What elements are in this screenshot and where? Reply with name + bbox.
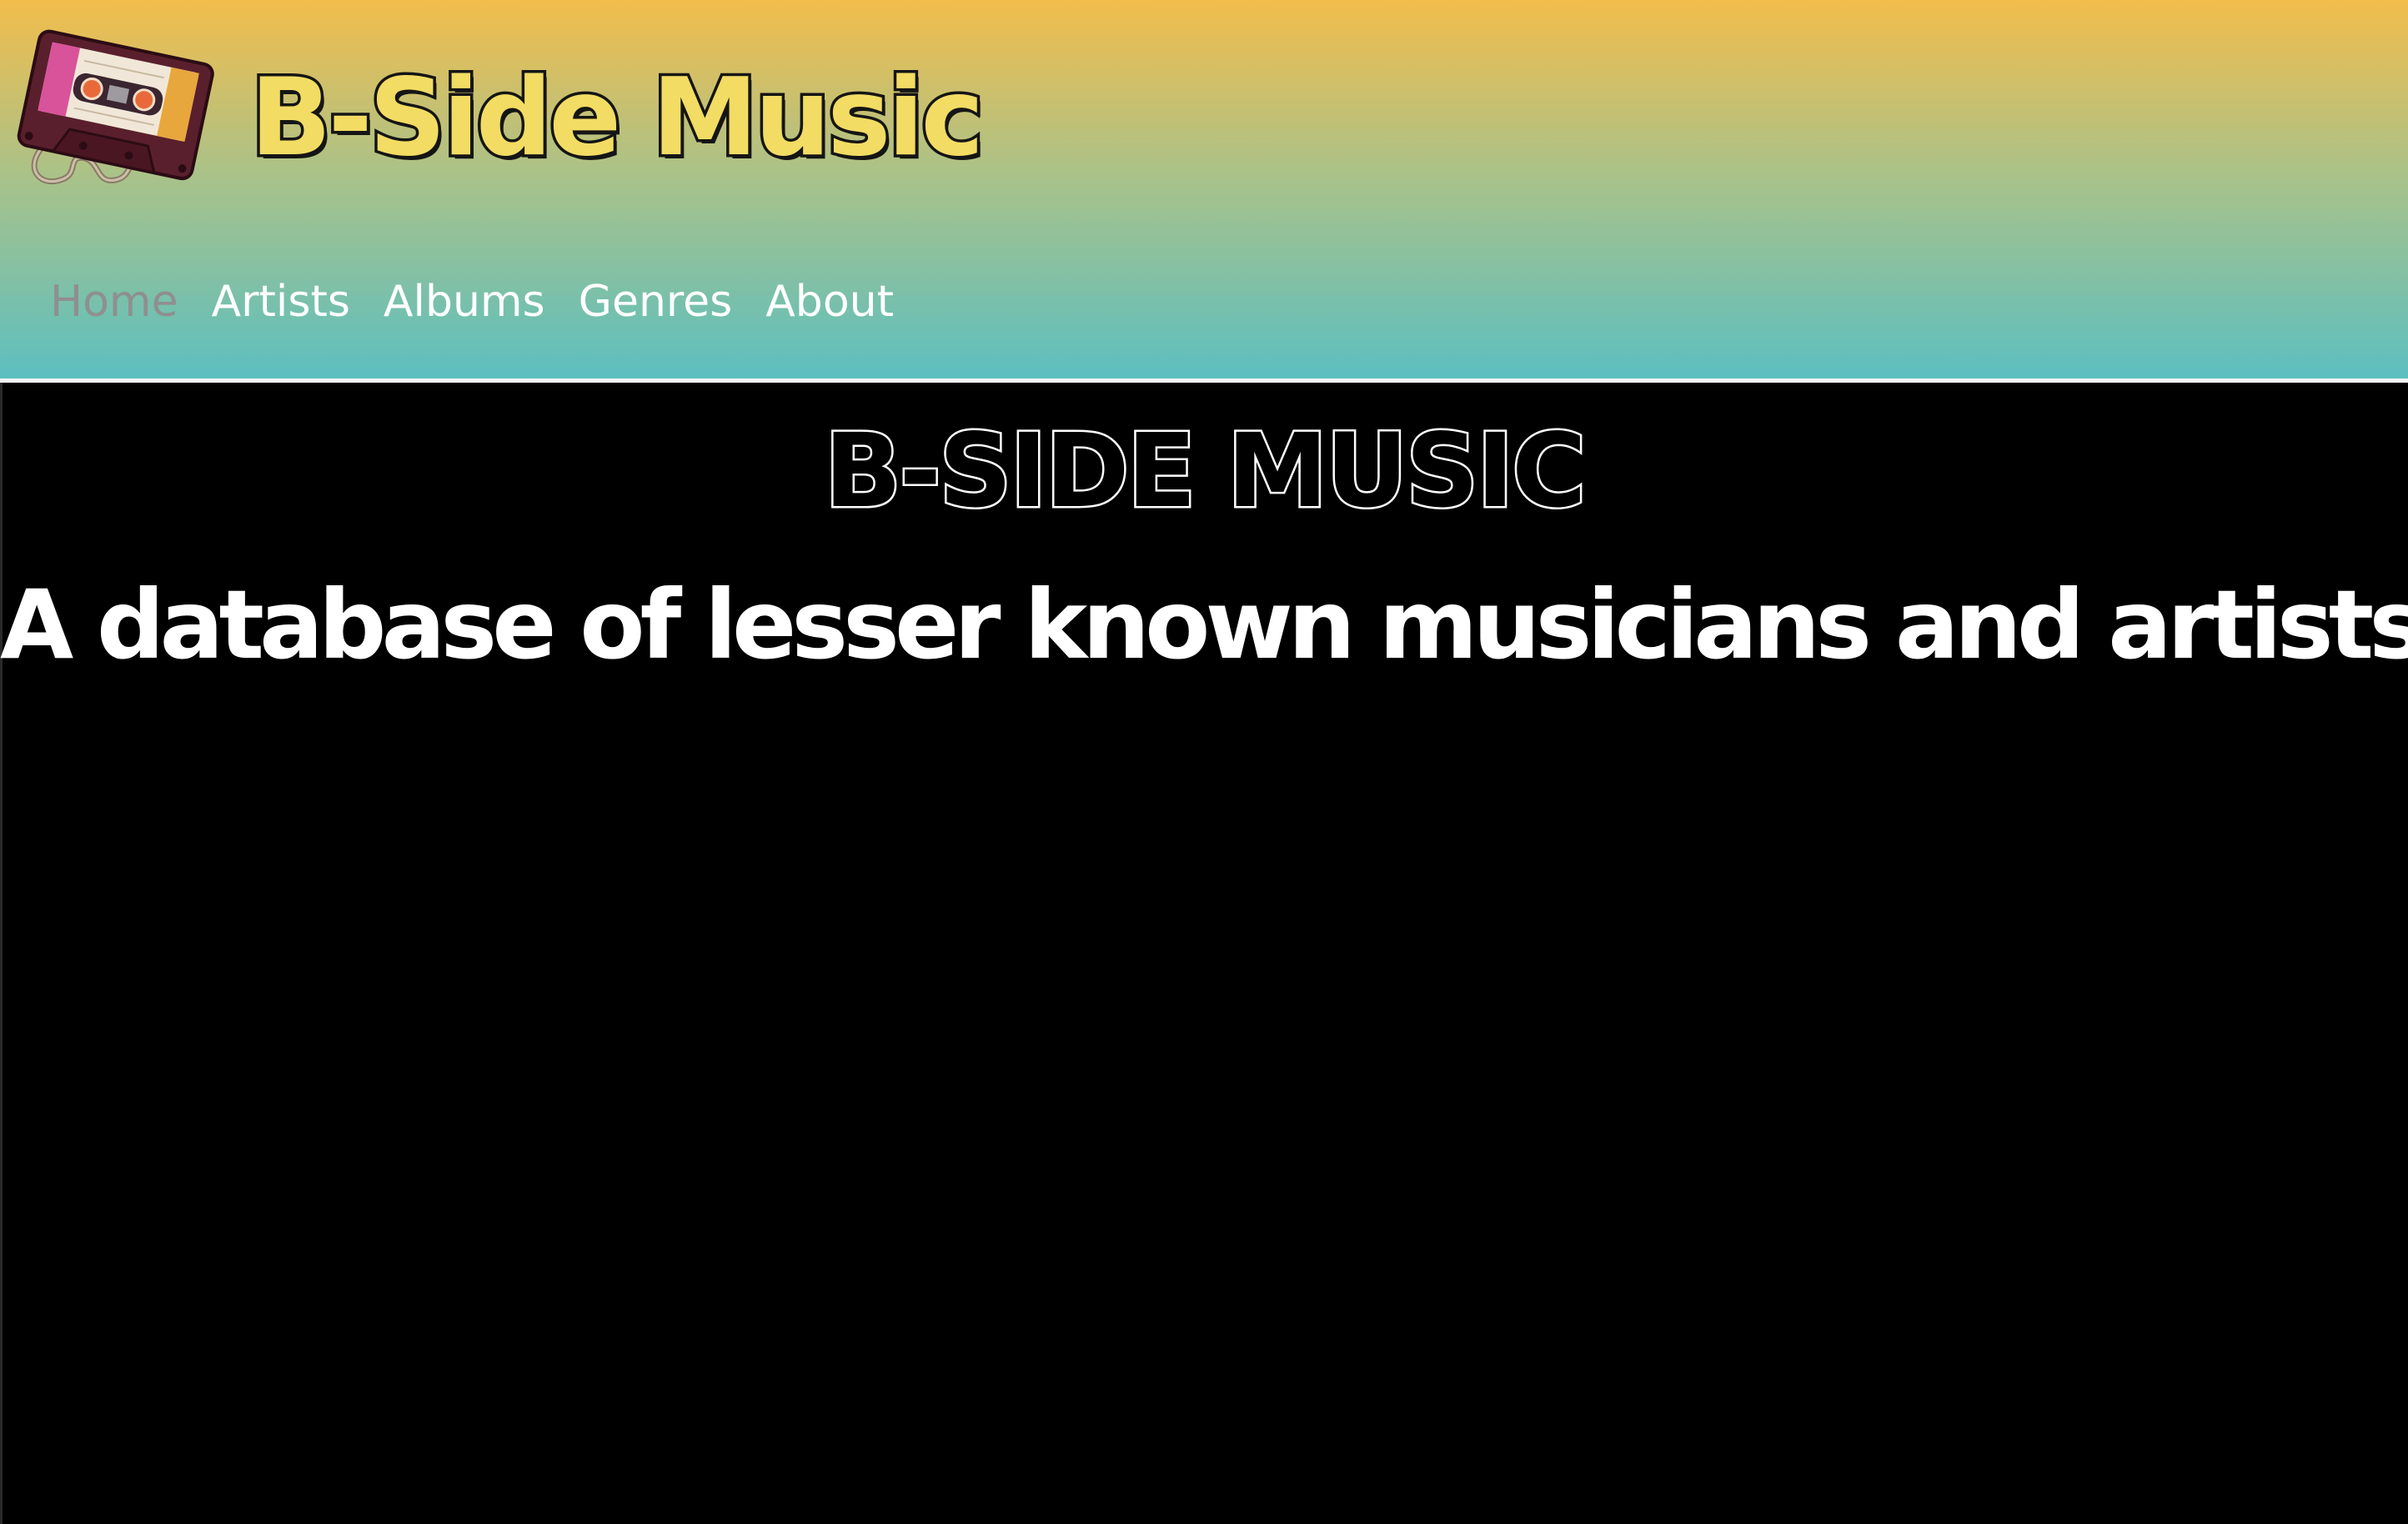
hero-heading: B-SIDE MUSIC — [822, 410, 1588, 533]
site-header: B-Side Music Home Artists Albums Genres … — [0, 0, 2408, 378]
nav-item-home[interactable]: Home — [50, 272, 178, 332]
nav-item-genres[interactable]: Genres — [579, 272, 733, 332]
hero-tagline: A database of lesser known musicians and… — [0, 569, 2408, 680]
main-nav: Home Artists Albums Genres About — [50, 272, 894, 332]
page: B-Side Music Home Artists Albums Genres … — [0, 0, 2408, 1524]
cassette-tape-icon[interactable] — [17, 17, 217, 208]
nav-item-albums[interactable]: Albums — [384, 272, 545, 332]
header-divider — [0, 378, 2408, 383]
nav-item-artists[interactable]: Artists — [212, 272, 350, 332]
nav-item-about[interactable]: About — [765, 272, 894, 332]
site-title[interactable]: B-Side Music — [247, 52, 986, 185]
left-border — [0, 383, 3, 1524]
